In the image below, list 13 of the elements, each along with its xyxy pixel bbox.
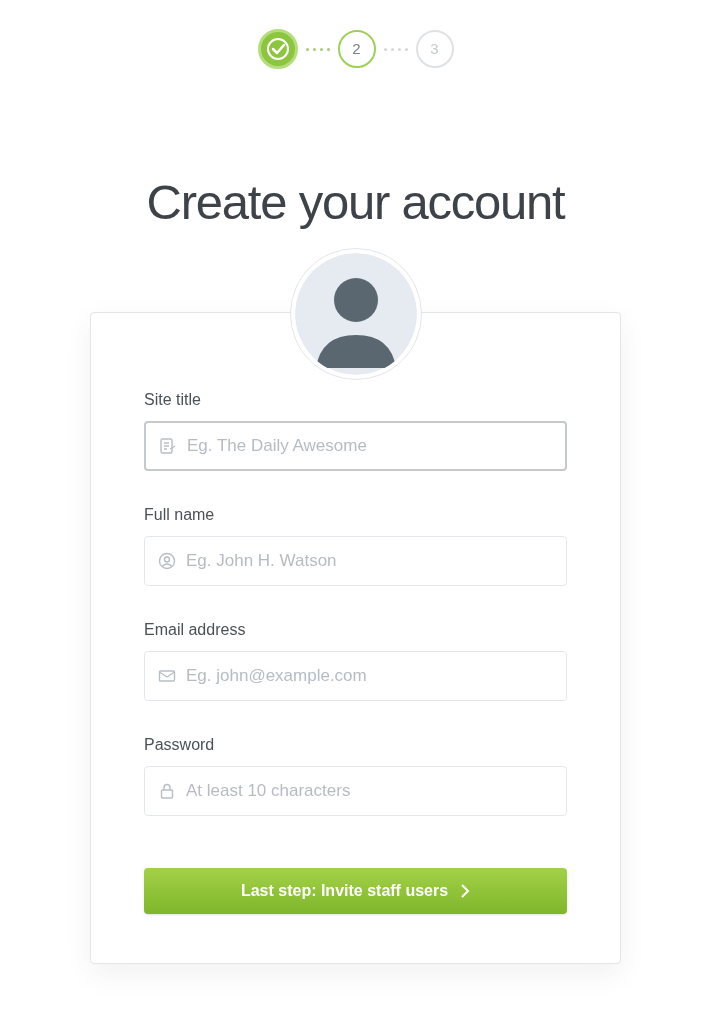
field-label: Email address: [144, 620, 247, 640]
field-label: Full name: [144, 505, 216, 525]
field-label: Site title: [144, 390, 202, 410]
input-field[interactable]: Eg. john@example.com: [144, 651, 567, 701]
page-title: Create your account: [146, 174, 565, 231]
input-field[interactable]: Eg. The Daily Awesome: [144, 421, 567, 471]
input-field[interactable]: Eg. John H. Watson: [144, 536, 567, 586]
step-number: 3: [415, 30, 454, 68]
submit-button[interactable]: Last step: Invite staff users: [144, 868, 567, 914]
input-field[interactable]: At least 10 characters: [144, 766, 567, 816]
field-label: Password: [144, 735, 216, 755]
chevron-right-icon: [460, 883, 471, 899]
step-number: 2: [337, 30, 376, 68]
